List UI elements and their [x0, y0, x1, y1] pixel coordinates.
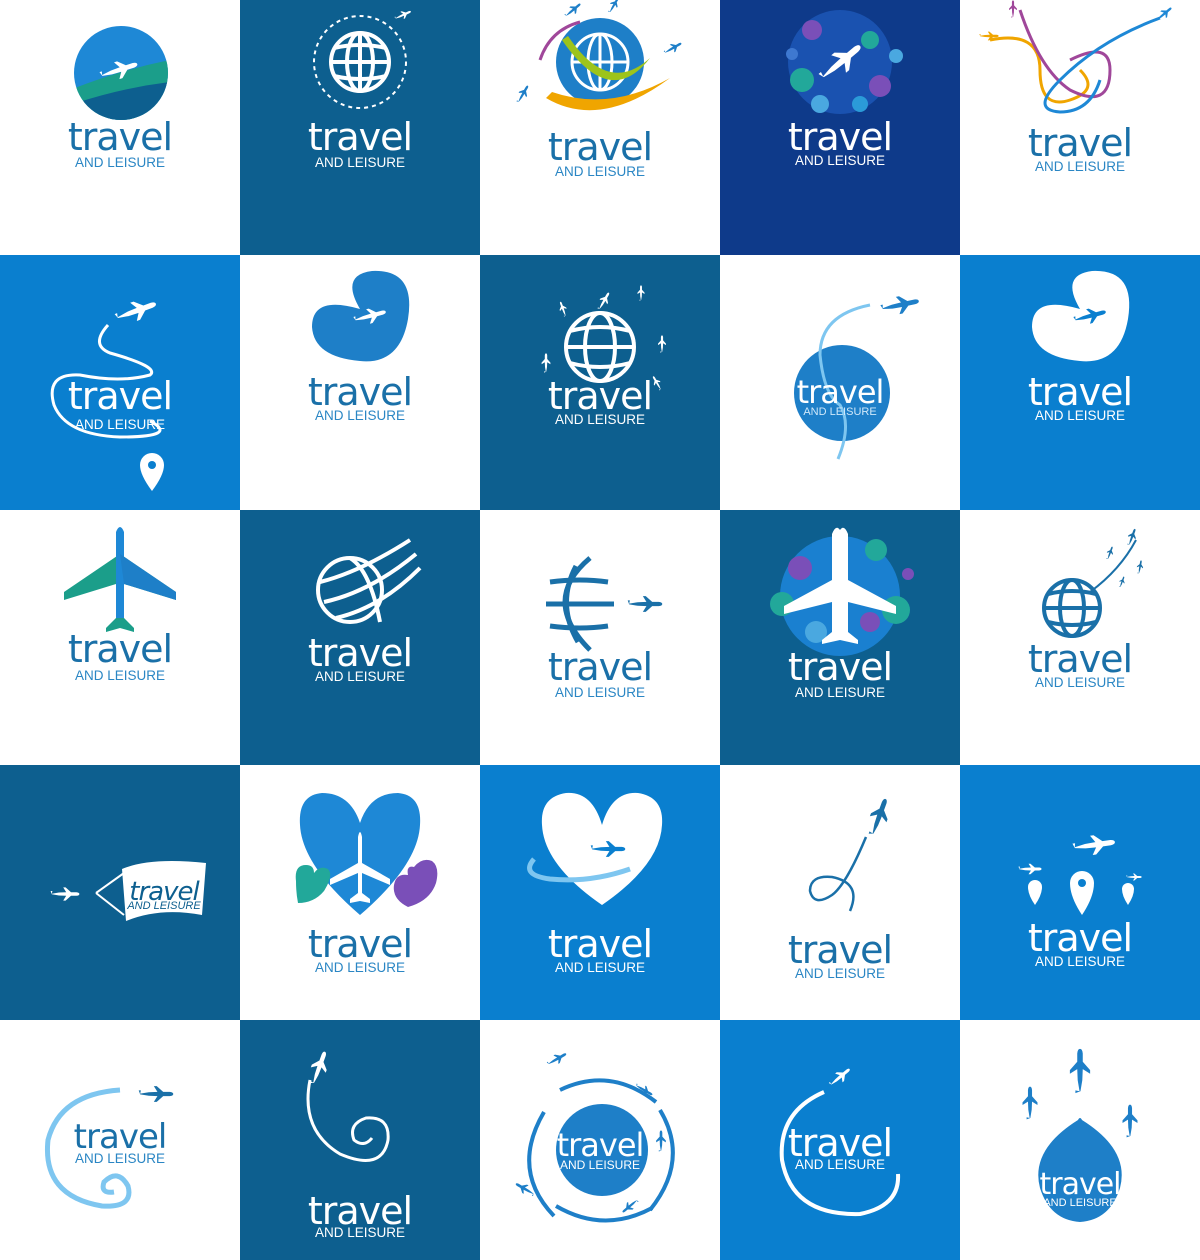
- tile-subtitle: AND LEISURE: [794, 685, 886, 700]
- logo-tile-18: travel AND LEISURE: [480, 765, 720, 1020]
- tile-subtitle: AND LEISURE: [1043, 1197, 1117, 1209]
- logo-tile-23: travel AND LEISURE: [480, 1020, 720, 1260]
- logo-tile-20: travel AND LEISURE: [960, 765, 1200, 1020]
- tile-title: travel: [307, 115, 413, 159]
- heart-plane-icon: [527, 792, 663, 905]
- tile-subtitle: AND LEISURE: [314, 408, 406, 423]
- tile-title: travel: [1027, 637, 1133, 681]
- logo-tile-16: travel AND LEISURE: [0, 765, 240, 1020]
- tile-subtitle: AND LEISURE: [1034, 675, 1126, 690]
- logo-tile-19: travel AND LEISURE: [720, 765, 960, 1020]
- planes-drop-icon: [1022, 1048, 1138, 1222]
- tile-subtitle: AND LEISURE: [554, 960, 646, 975]
- tile-title: travel: [307, 370, 413, 414]
- logo-tile-8: travel AND LEISURE: [480, 255, 720, 510]
- logo-tile-5: travel AND LEISURE: [960, 0, 1200, 255]
- logo-tile-25: travel AND LEISURE: [960, 1020, 1200, 1260]
- tile-subtitle: AND LEISURE: [1034, 954, 1126, 969]
- tile-subtitle: AND LEISURE: [1034, 159, 1126, 174]
- logo-tile-2: travel AND LEISURE: [240, 0, 480, 255]
- tile-title: travel: [67, 115, 173, 159]
- plane-loop-trail-icon: [808, 795, 894, 912]
- tile-subtitle: AND LEISURE: [74, 155, 166, 170]
- tile-subtitle: AND LEISURE: [794, 966, 886, 981]
- tile-title: travel: [547, 922, 653, 966]
- tile-title: travel: [787, 928, 893, 972]
- tile-subtitle: AND LEISURE: [803, 406, 877, 418]
- tile-title: travel: [547, 645, 653, 689]
- tile-title: travel: [1027, 370, 1133, 414]
- tile-title: travel: [307, 922, 413, 966]
- logo-tile-4: travel AND LEISURE: [720, 0, 960, 255]
- tile-subtitle: AND LEISURE: [127, 900, 201, 912]
- tile-title: travel: [1027, 916, 1133, 960]
- tile-subtitle: AND LEISURE: [554, 685, 646, 700]
- logo-tile-12: travel AND LEISURE: [240, 510, 480, 765]
- logo-tile-24: travel AND LEISURE: [720, 1020, 960, 1260]
- logo-tile-10: travel AND LEISURE: [960, 255, 1200, 510]
- tile-subtitle: AND LEISURE: [554, 412, 646, 427]
- tile-title: travel: [1027, 121, 1133, 165]
- tile-subtitle: AND LEISURE: [559, 1158, 641, 1172]
- tile-title: travel: [67, 374, 173, 418]
- tile-title: travel: [307, 1189, 413, 1233]
- tile-title: travel: [787, 645, 893, 689]
- tile-subtitle: AND LEISURE: [794, 1157, 886, 1172]
- logo-tile-1: travel AND LEISURE: [0, 0, 240, 255]
- tile-subtitle: AND LEISURE: [1034, 408, 1126, 423]
- logo-tile-13: travel AND LEISURE: [480, 510, 720, 765]
- logo-tile-9: travel AND LEISURE: [720, 255, 960, 510]
- plane-banner-icon: [50, 861, 206, 921]
- logo-tile-17: travel AND LEISURE: [240, 765, 480, 1020]
- logo-tile-15: travel AND LEISURE: [960, 510, 1200, 765]
- tile-subtitle: AND LEISURE: [74, 417, 166, 432]
- planes-pins-icon: [1018, 832, 1142, 915]
- tile-subtitle: AND LEISURE: [314, 1225, 406, 1240]
- logo-tile-3: travel AND LEISURE: [480, 0, 720, 255]
- tile-subtitle: AND LEISURE: [794, 153, 886, 168]
- tile-subtitle: AND LEISURE: [74, 668, 166, 683]
- tile-title: travel: [787, 115, 893, 159]
- tile-subtitle: AND LEISURE: [314, 669, 406, 684]
- logo-tile-6: travel AND LEISURE: [0, 255, 240, 510]
- tile-subtitle: AND LEISURE: [314, 155, 406, 170]
- logo-tile-22: travel AND LEISURE: [240, 1020, 480, 1260]
- tile-subtitle: AND LEISURE: [74, 1151, 166, 1166]
- tile-subtitle: AND LEISURE: [314, 960, 406, 975]
- logo-tile-14: travel AND LEISURE: [720, 510, 960, 765]
- logo-tile-11: travel AND LEISURE: [0, 510, 240, 765]
- hearts-plane-icon: [295, 793, 438, 915]
- logo-tile-21: travel AND LEISURE: [0, 1020, 240, 1260]
- tile-title: travel: [547, 125, 653, 169]
- tile-title: travel: [67, 627, 173, 671]
- tile-subtitle: AND LEISURE: [554, 164, 646, 179]
- tile-title: travel: [307, 631, 413, 675]
- logo-tile-7: travel AND LEISURE: [240, 255, 480, 510]
- tile-title: travel: [547, 374, 653, 418]
